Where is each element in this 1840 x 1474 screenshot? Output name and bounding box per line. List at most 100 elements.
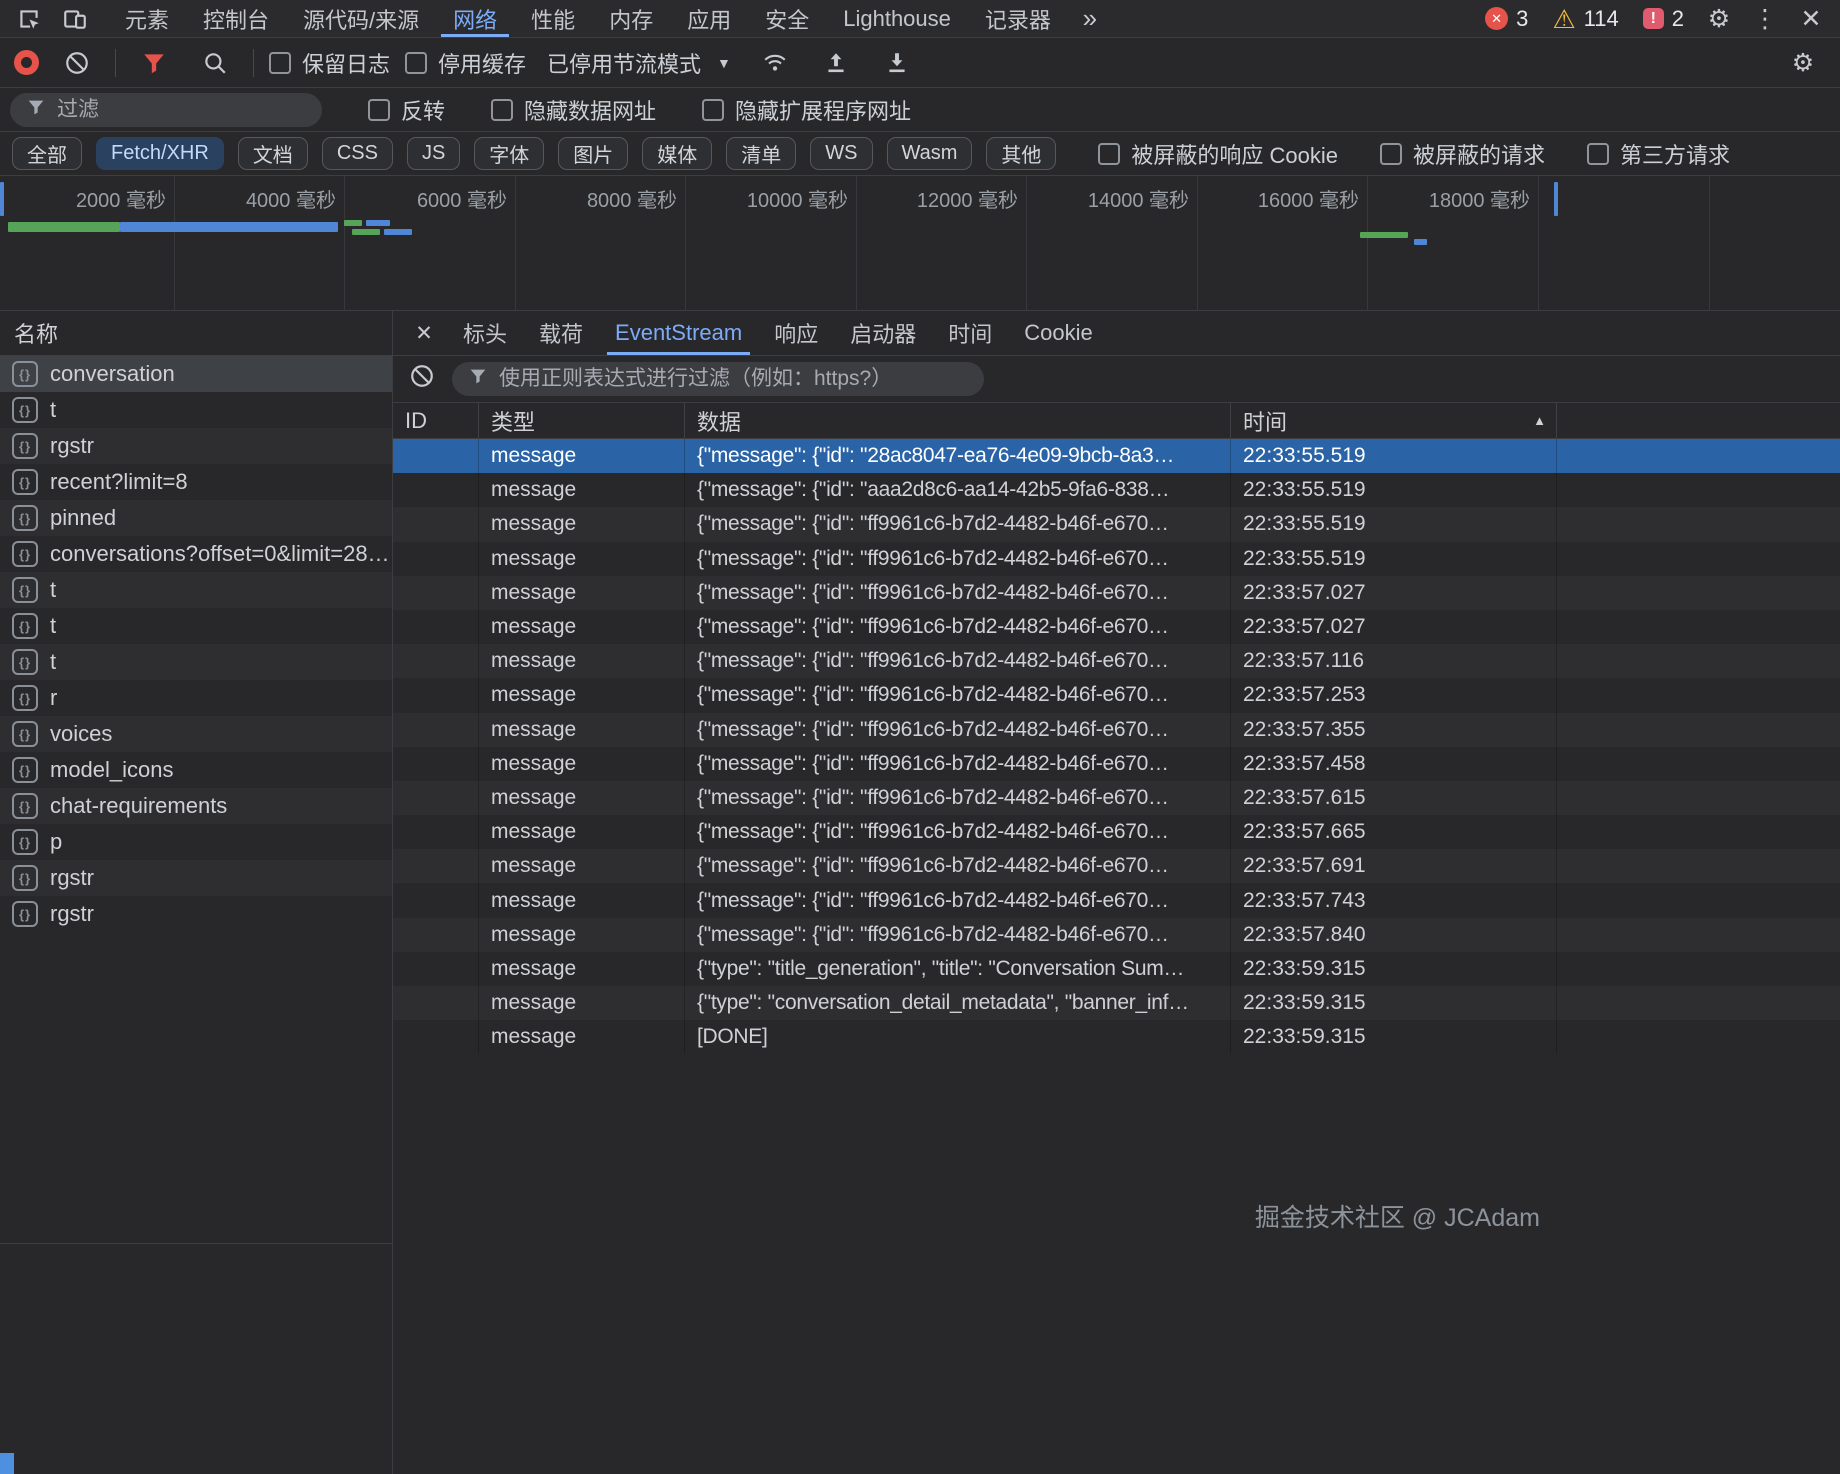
import-har-icon[interactable]: [813, 44, 859, 82]
eventstream-row[interactable]: message {"message": {"id": "ff9961c6-b7d…: [393, 781, 1840, 815]
detail-tab[interactable]: 响应: [758, 311, 834, 355]
eventstream-row[interactable]: message {"type": "title_generation", "ti…: [393, 952, 1840, 986]
timeline-overview[interactable]: 2000 毫秒4000 毫秒6000 毫秒8000 毫秒10000 毫秒1200…: [0, 176, 1840, 311]
filter-funnel-icon[interactable]: [131, 44, 177, 82]
block-icon[interactable]: [409, 363, 435, 395]
detail-tab[interactable]: 标头: [447, 311, 523, 355]
resource-type-pill[interactable]: CSS: [322, 137, 393, 170]
export-har-icon[interactable]: [874, 44, 920, 82]
resource-type-pill[interactable]: Wasm: [887, 137, 973, 170]
hide-extension-urls-checkbox[interactable]: [702, 99, 724, 121]
search-icon[interactable]: [192, 44, 238, 82]
request-row[interactable]: {} t: [0, 644, 392, 680]
request-row[interactable]: {} conversations?offset=0&limit=28…: [0, 536, 392, 572]
requests-name-column-header[interactable]: 名称: [0, 311, 392, 356]
eventstream-row[interactable]: message {"message": {"id": "aaa2d8c6-aa1…: [393, 473, 1840, 507]
column-header-data[interactable]: 数据: [684, 403, 1230, 438]
request-row[interactable]: {} conversation: [0, 356, 392, 392]
device-toolbar-icon[interactable]: [52, 0, 98, 38]
detail-tab[interactable]: Cookie: [1008, 311, 1108, 355]
blocked-cookies-checkbox[interactable]: [1098, 143, 1120, 165]
error-badge[interactable]: ✕ 3: [1485, 6, 1528, 32]
detail-tab[interactable]: 启动器: [834, 311, 932, 355]
issues-badge[interactable]: ! 2: [1643, 6, 1684, 32]
detail-tab[interactable]: EventStream: [599, 311, 758, 355]
clear-network-log-icon[interactable]: [54, 44, 100, 82]
panel-tab[interactable]: 性能: [514, 0, 592, 37]
request-row[interactable]: {} t: [0, 608, 392, 644]
network-settings-gear-icon[interactable]: ⚙: [1780, 44, 1826, 82]
warning-badge[interactable]: ⚠ 114: [1552, 6, 1618, 32]
resource-type-pill[interactable]: 清单: [726, 137, 796, 170]
request-row[interactable]: {} t: [0, 572, 392, 608]
resource-type-pill[interactable]: 全部: [12, 137, 82, 170]
eventstream-row[interactable]: message {"message": {"id": "ff9961c6-b7d…: [393, 747, 1840, 781]
panel-tab[interactable]: 源代码/来源: [286, 0, 436, 37]
eventstream-row[interactable]: message {"message": {"id": "ff9961c6-b7d…: [393, 883, 1840, 917]
resource-type-pill[interactable]: 文档: [238, 137, 308, 170]
panel-tab[interactable]: 记录器: [968, 0, 1068, 37]
eventstream-filter-input[interactable]: [499, 367, 969, 391]
eventstream-row[interactable]: message {"message": {"id": "ff9961c6-b7d…: [393, 576, 1840, 610]
panel-tab[interactable]: 内存: [592, 0, 670, 37]
panel-tab[interactable]: 控制台: [186, 0, 286, 37]
request-row[interactable]: {} t: [0, 392, 392, 428]
event-id-cell: [393, 610, 478, 644]
request-row[interactable]: {} pinned: [0, 500, 392, 536]
request-row[interactable]: {} voices: [0, 716, 392, 752]
network-filter-input[interactable]: [57, 98, 307, 122]
eventstream-row[interactable]: message {"message": {"id": "ff9961c6-b7d…: [393, 610, 1840, 644]
network-conditions-icon[interactable]: [752, 44, 798, 82]
blocked-requests-checkbox[interactable]: [1380, 143, 1402, 165]
eventstream-row[interactable]: message {"message": {"id": "ff9961c6-b7d…: [393, 644, 1840, 678]
resource-type-pill[interactable]: 媒体: [642, 137, 712, 170]
detail-tab[interactable]: 时间: [932, 311, 1008, 355]
record-network-log-button[interactable]: [14, 50, 39, 75]
resource-type-pill[interactable]: 字体: [474, 137, 544, 170]
eventstream-row[interactable]: message {"message": {"id": "28ac8047-ea7…: [393, 439, 1840, 473]
request-row[interactable]: {} rgstr: [0, 896, 392, 932]
settings-gear-icon[interactable]: ⚙: [1696, 0, 1742, 38]
eventstream-row[interactable]: message {"message": {"id": "ff9961c6-b7d…: [393, 815, 1840, 849]
request-row[interactable]: {} p: [0, 824, 392, 860]
request-row[interactable]: {} rgstr: [0, 428, 392, 464]
eventstream-row[interactable]: message {"message": {"id": "ff9961c6-b7d…: [393, 849, 1840, 883]
request-row[interactable]: {} model_icons: [0, 752, 392, 788]
request-row[interactable]: {} rgstr: [0, 860, 392, 896]
panel-tab[interactable]: 安全: [748, 0, 826, 37]
panel-tab[interactable]: 元素: [108, 0, 186, 37]
eventstream-row[interactable]: message [DONE] 22:33:59.315: [393, 1020, 1840, 1054]
inspect-element-icon[interactable]: [6, 0, 52, 38]
disable-cache-checkbox[interactable]: [405, 52, 427, 74]
panel-tab[interactable]: 网络: [436, 0, 514, 37]
more-panels-icon[interactable]: »: [1068, 3, 1112, 34]
resource-type-pill[interactable]: 其他: [986, 137, 1056, 170]
invert-checkbox[interactable]: [368, 99, 390, 121]
resource-type-pill[interactable]: 图片: [558, 137, 628, 170]
close-devtools-icon[interactable]: ✕: [1788, 0, 1834, 38]
resource-type-pill[interactable]: JS: [407, 137, 460, 170]
resource-type-pill[interactable]: Fetch/XHR: [96, 137, 224, 170]
panel-tab[interactable]: Lighthouse: [826, 0, 968, 37]
request-row[interactable]: {} r: [0, 680, 392, 716]
request-row[interactable]: {} recent?limit=8: [0, 464, 392, 500]
preserve-log-checkbox[interactable]: [269, 52, 291, 74]
column-header-time[interactable]: 时间 ▲: [1230, 403, 1556, 438]
request-row[interactable]: {} chat-requirements: [0, 788, 392, 824]
third-party-checkbox[interactable]: [1587, 143, 1609, 165]
eventstream-row[interactable]: message {"message": {"id": "ff9961c6-b7d…: [393, 713, 1840, 747]
detail-tab[interactable]: 载荷: [523, 311, 599, 355]
eventstream-row[interactable]: message {"message": {"id": "ff9961c6-b7d…: [393, 507, 1840, 541]
throttling-select[interactable]: 已停用节流模式 ▼: [541, 47, 737, 79]
resource-type-pill[interactable]: WS: [810, 137, 872, 170]
eventstream-row[interactable]: message {"message": {"id": "ff9961c6-b7d…: [393, 542, 1840, 576]
hide-data-urls-checkbox[interactable]: [491, 99, 513, 121]
column-header-id[interactable]: ID: [393, 403, 478, 438]
eventstream-row[interactable]: message {"message": {"id": "ff9961c6-b7d…: [393, 678, 1840, 712]
panel-tab[interactable]: 应用: [670, 0, 748, 37]
column-header-type[interactable]: 类型: [478, 403, 684, 438]
eventstream-row[interactable]: message {"message": {"id": "ff9961c6-b7d…: [393, 918, 1840, 952]
close-detail-icon[interactable]: ✕: [401, 321, 447, 346]
kebab-menu-icon[interactable]: ⋮: [1742, 0, 1788, 38]
eventstream-row[interactable]: message {"type": "conversation_detail_me…: [393, 986, 1840, 1020]
